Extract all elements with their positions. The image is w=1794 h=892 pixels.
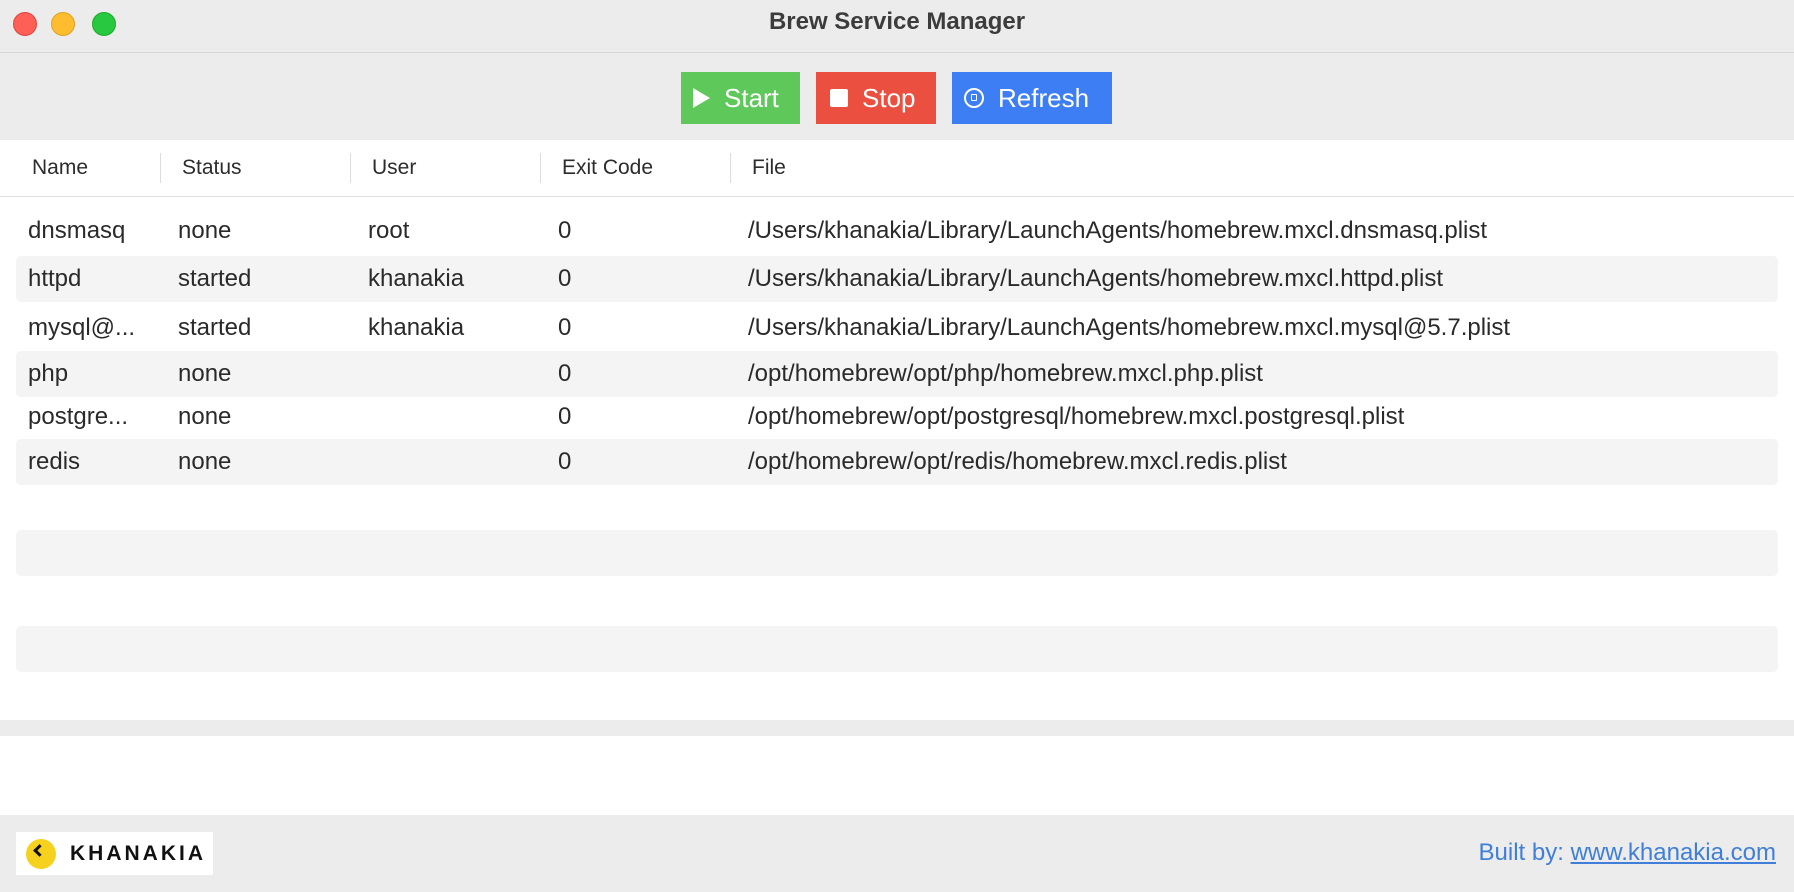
khanakia-logo[interactable]: KHANAKIA bbox=[16, 832, 213, 875]
cell-exit-code: 0 bbox=[558, 448, 572, 475]
app-window: Brew Service Manager Start Stop Refresh … bbox=[0, 0, 1794, 892]
empty-table-row bbox=[16, 626, 1778, 672]
column-divider[interactable] bbox=[730, 153, 731, 183]
cell-file: /opt/homebrew/opt/redis/homebrew.mxcl.re… bbox=[748, 448, 1287, 475]
cell-name: mysql@... bbox=[28, 314, 136, 341]
cell-name: dnsmasq bbox=[28, 217, 126, 244]
cell-status: none bbox=[178, 360, 232, 387]
stop-button[interactable]: Stop bbox=[816, 72, 936, 124]
refresh-button-label: Refresh bbox=[998, 82, 1090, 113]
cell-status: started bbox=[178, 314, 252, 341]
cell-exit-code: 0 bbox=[558, 403, 572, 430]
column-divider[interactable] bbox=[350, 153, 351, 183]
cell-exit-code: 0 bbox=[558, 217, 572, 244]
cell-user: root bbox=[368, 217, 410, 244]
table-row[interactable]: php none 0 /opt/homebrew/opt/php/homebre… bbox=[16, 351, 1778, 397]
cell-file: /Users/khanakia/Library/LaunchAgents/hom… bbox=[748, 265, 1444, 292]
cell-name: postgre... bbox=[28, 403, 129, 430]
cell-exit-code: 0 bbox=[558, 314, 572, 341]
window-title: Brew Service Manager bbox=[768, 8, 1026, 35]
column-divider[interactable] bbox=[540, 153, 541, 183]
cell-name: redis bbox=[28, 448, 81, 475]
cell-file: /Users/khanakia/Library/LaunchAgents/hom… bbox=[748, 314, 1511, 341]
table-row[interactable]: dnsmasq none root 0 /Users/khanakia/Libr… bbox=[16, 208, 1778, 254]
table-row[interactable]: httpd started khanakia 0 /Users/khanakia… bbox=[16, 256, 1778, 302]
horizontal-scrollbar[interactable] bbox=[0, 720, 1794, 736]
play-icon bbox=[693, 88, 710, 108]
column-header-name[interactable]: Name bbox=[32, 140, 88, 196]
cell-status: none bbox=[178, 448, 232, 475]
cell-name: httpd bbox=[28, 265, 82, 292]
stop-icon bbox=[830, 89, 848, 107]
cell-exit-code: 0 bbox=[558, 265, 572, 292]
footer: KHANAKIA Built by: www.khanakia.com bbox=[0, 815, 1794, 892]
column-header-user[interactable]: User bbox=[372, 140, 416, 196]
column-header-status[interactable]: Status bbox=[182, 140, 242, 196]
table-row[interactable]: redis none 0 /opt/homebrew/opt/redis/hom… bbox=[16, 439, 1778, 485]
cell-exit-code: 0 bbox=[558, 360, 572, 387]
table-header: Name Status User Exit Code File bbox=[0, 140, 1794, 197]
cell-user: khanakia bbox=[368, 265, 465, 292]
cell-file: /opt/homebrew/opt/postgresql/homebrew.mx… bbox=[748, 403, 1405, 430]
cell-status: started bbox=[178, 265, 252, 292]
toolbar: Start Stop Refresh bbox=[0, 53, 1794, 140]
column-header-file[interactable]: File bbox=[752, 140, 786, 196]
built-by-credit: Built by: www.khanakia.com bbox=[1479, 839, 1776, 867]
table-row[interactable]: postgre... none 0 /opt/homebrew/opt/post… bbox=[16, 394, 1778, 440]
website-link[interactable]: www.khanakia.com bbox=[1571, 839, 1776, 866]
khanakia-logo-icon bbox=[26, 838, 56, 869]
built-by-label: Built by: bbox=[1478, 839, 1571, 866]
table-row[interactable]: mysql@... started khanakia 0 /Users/khan… bbox=[16, 305, 1778, 351]
start-button-label: Start bbox=[724, 82, 779, 113]
empty-table-row bbox=[16, 530, 1778, 576]
column-divider[interactable] bbox=[160, 153, 161, 183]
start-button[interactable]: Start bbox=[681, 72, 800, 124]
refresh-button[interactable]: Refresh bbox=[952, 72, 1112, 124]
cell-file: /Users/khanakia/Library/LaunchAgents/hom… bbox=[748, 217, 1488, 244]
column-header-exit-code[interactable]: Exit Code bbox=[562, 140, 653, 196]
cell-status: none bbox=[178, 403, 232, 430]
cell-user: khanakia bbox=[368, 314, 465, 341]
logo-text: KHANAKIA bbox=[70, 841, 206, 865]
stop-button-label: Stop bbox=[862, 82, 916, 113]
cell-status: none bbox=[178, 217, 232, 244]
cell-file: /opt/homebrew/opt/php/homebrew.mxcl.php.… bbox=[748, 360, 1263, 387]
title-bar: Brew Service Manager bbox=[0, 0, 1794, 53]
cell-name: php bbox=[28, 360, 69, 387]
refresh-icon bbox=[964, 88, 984, 108]
